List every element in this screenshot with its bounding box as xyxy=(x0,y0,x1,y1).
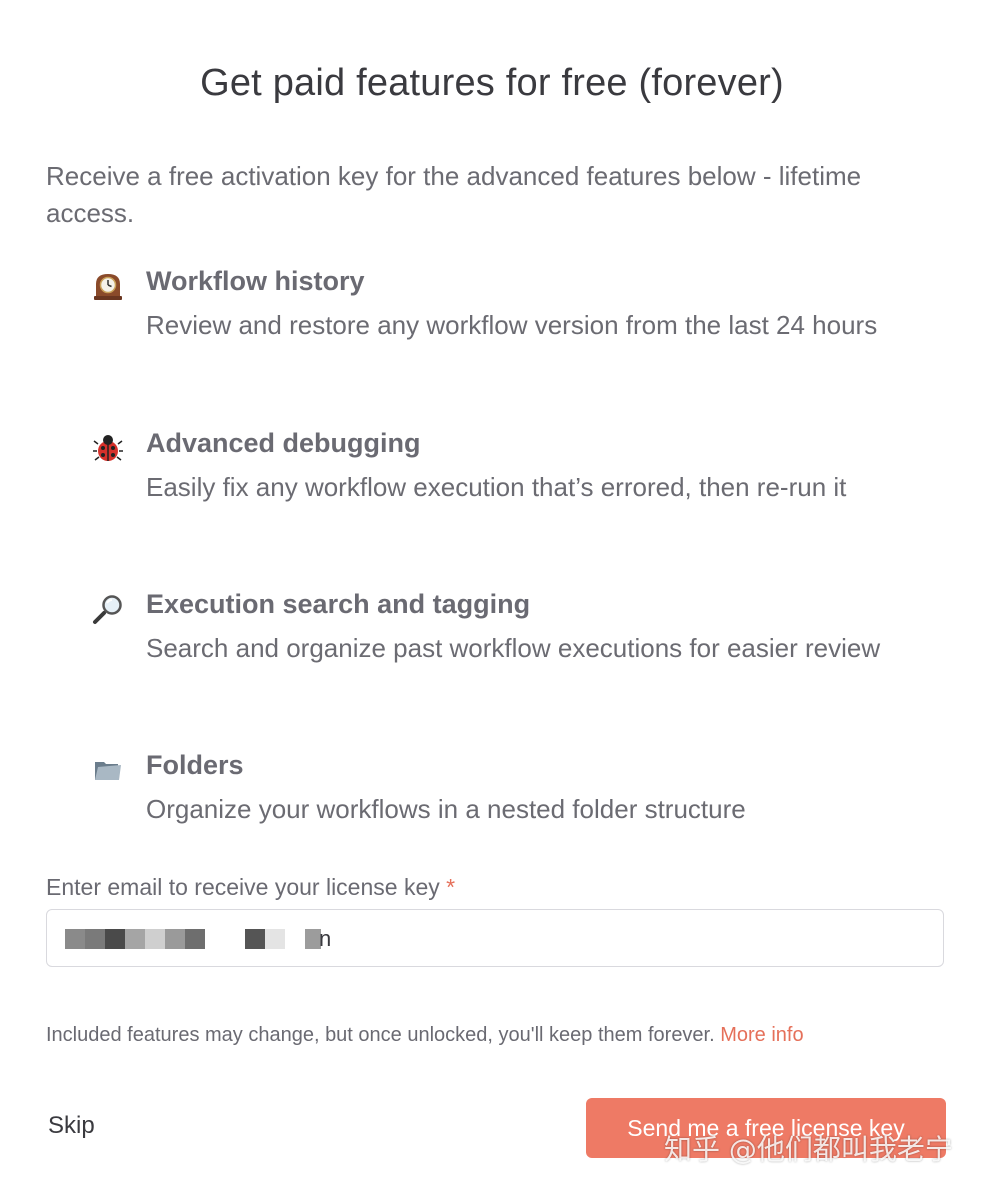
redacted-email-block xyxy=(125,929,145,949)
feature-title: Advanced debugging xyxy=(146,428,421,458)
send-license-key-button[interactable]: Send me a free license key xyxy=(586,1098,946,1158)
redacted-email-block xyxy=(105,929,125,949)
feature-description: Review and restore any workflow version … xyxy=(146,310,878,340)
feature-title: Workflow history xyxy=(146,266,365,296)
email-field[interactable]: n xyxy=(46,909,944,967)
mantelpiece-clock-icon xyxy=(92,270,124,302)
required-marker: * xyxy=(446,874,456,900)
feature-description: Organize your workflows in a nested fold… xyxy=(146,794,746,824)
modal-title: Get paid features for free (forever) xyxy=(200,62,784,104)
redacted-email-block xyxy=(85,929,105,949)
redacted-email-block xyxy=(185,929,205,949)
magnifying-glass-icon xyxy=(92,593,124,625)
ladybug-icon xyxy=(92,432,124,464)
more-info-link[interactable]: More info xyxy=(720,1024,803,1046)
disclaimer-text: Included features may change, but once u… xyxy=(46,1024,715,1046)
feature-title: Folders xyxy=(146,750,244,780)
email-label-text: Enter email to receive your license key xyxy=(46,874,440,900)
feature-description: Easily fix any workflow execution that’s… xyxy=(146,472,847,502)
redacted-email-block xyxy=(145,929,165,949)
email-visible-suffix: n xyxy=(319,926,332,951)
redacted-email-block xyxy=(245,929,265,949)
email-field-label: Enter email to receive your license key … xyxy=(46,874,455,901)
redacted-email-block xyxy=(165,929,185,949)
redacted-email-block xyxy=(65,929,85,949)
folder-icon xyxy=(92,754,124,786)
redacted-email-block xyxy=(265,929,285,949)
disclaimer: Included features may change, but once u… xyxy=(46,1024,804,1047)
feature-title: Execution search and tagging xyxy=(146,589,531,619)
skip-button[interactable]: Skip xyxy=(48,1112,95,1140)
modal-intro: Receive a free activation key for the ad… xyxy=(46,161,862,228)
feature-description: Search and organize past workflow execut… xyxy=(146,633,881,663)
license-modal: Get paid features for free (forever) Rec… xyxy=(0,0,984,1188)
